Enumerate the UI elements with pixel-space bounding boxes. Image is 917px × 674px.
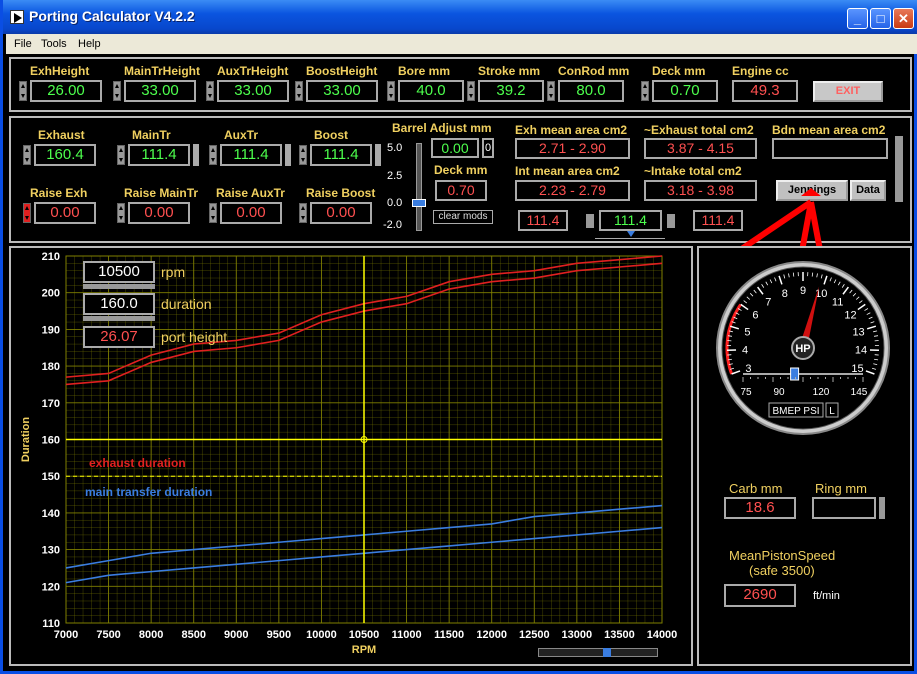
y-tick-label: 180 [42,361,60,373]
y-tick-label: 160 [42,435,60,447]
app-window: Porting Calculator V4.2.2 _ □ ✕ File Too… [0,0,917,674]
plot-readout-slider[interactable] [83,316,155,321]
bmep-scale-label: 75 [740,387,752,398]
bmep-label: BMEP PSI [772,406,819,417]
gauge-scale-label: 9 [800,285,806,297]
exhaust-annotation: exhaust duration [89,456,186,470]
x-tick-label: 12500 [519,629,550,641]
plot-readout-label: port height [161,329,228,345]
y-tick-label: 130 [42,545,60,557]
carb-value[interactable]: 18.6 [724,497,796,519]
gauge-scale-label: 8 [782,288,788,300]
y-tick-label: 190 [42,324,60,336]
transfer-annotation: main transfer duration [85,485,213,499]
x-tick-label: 11000 [392,629,422,641]
x-tick-label: 7500 [96,629,120,641]
piston-speed-value: 2690 [724,584,796,607]
carb-label: Carb mm [729,481,783,496]
x-tick-label: 8500 [181,629,205,641]
x-tick-label: 11500 [434,629,464,641]
x-tick-label: 7000 [54,629,78,641]
plot-scrollbar-thumb[interactable] [603,648,611,657]
y-tick-label: 150 [42,471,60,483]
x-tick-label: 8000 [139,629,163,641]
x-tick-label: 9500 [267,629,291,641]
piston-speed-subtitle: (safe 3500) [749,563,815,578]
ring-spin[interactable] [879,497,885,519]
gauge-scale-label: 12 [844,310,856,322]
y-tick-label: 210 [42,251,60,263]
x-tick-label: 10500 [349,629,380,641]
gauge-scale-label: 11 [832,296,843,308]
piston-speed-title: MeanPistonSpeed [729,548,836,563]
x-axis-label: RPM [352,644,376,656]
gauge-tick [811,272,814,277]
gauge-scale-label: 6 [752,310,758,322]
gauge-scale-label: 7 [765,296,771,308]
x-tick-label: 12000 [476,629,507,641]
y-tick-label: 170 [42,398,60,410]
ring-label: Ring mm [815,481,868,496]
gauge-scale-label: 14 [855,345,867,357]
hp-gauge: 345678 9 101112131415HP75 90 120 145BMEP PSI L [716,261,890,435]
piston-speed-unit: ft/min [813,590,840,602]
plot-readout-label: duration [161,296,212,312]
bmep-scale-label: 145 [851,387,868,398]
x-tick-label: 9000 [224,629,248,641]
bmep-scale-label: 90 [773,387,785,398]
plot-readout-slider[interactable] [83,284,155,289]
y-tick-label: 110 [42,618,60,630]
y-axis-label: Duration [20,417,32,463]
x-tick-label: 13000 [562,629,593,641]
y-tick-label: 200 [42,288,60,300]
plot-readout-label: rpm [161,264,186,280]
bmep-unit: L [829,406,835,417]
bmep-scale-label: 120 [813,387,830,398]
x-tick-label: 13500 [604,629,635,641]
gauge-tick [792,272,795,277]
gauge-scale-label: 5 [744,326,750,338]
x-tick-label: 14000 [647,629,678,641]
plot-scrollbar[interactable] [538,648,658,657]
gauge-label: HP [795,343,810,355]
y-tick-label: 120 [42,581,60,593]
plot-readout-value[interactable]: 26.07 [83,326,155,348]
x-tick-label: 10000 [306,629,337,641]
plot-readout-value[interactable]: 10500 [83,261,155,283]
y-tick-label: 140 [42,508,60,520]
gauge-scale-label: 4 [742,345,748,357]
bmep-slider-thumb [790,367,800,381]
ring-value[interactable] [812,497,876,519]
gauge-scale-label: 13 [852,326,864,338]
plot-readout-value[interactable]: 160.0 [83,293,155,315]
